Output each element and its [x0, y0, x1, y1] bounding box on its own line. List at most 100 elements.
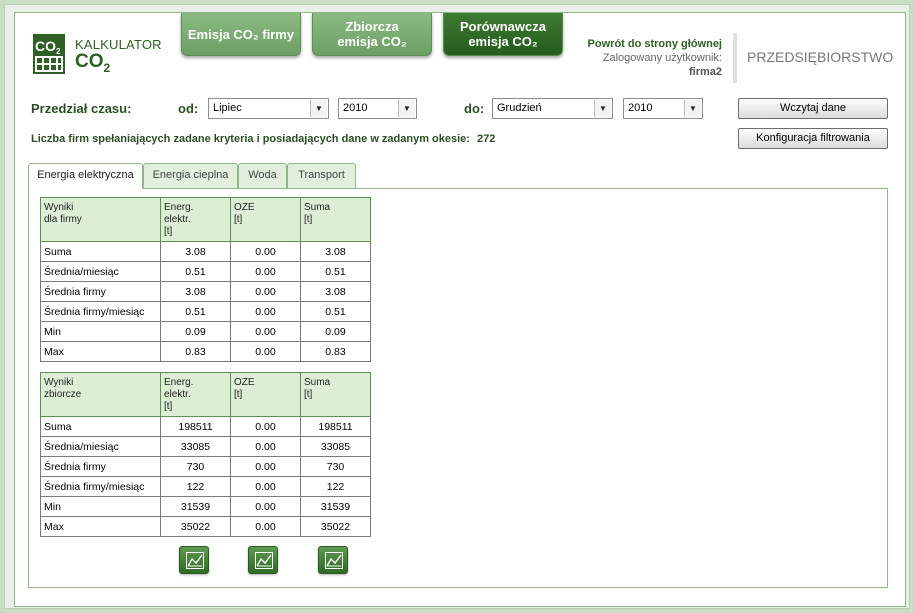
table-cell: Średnia firmy/miesiąc [40, 301, 161, 322]
table-header-cell: Suma [t] [300, 372, 371, 417]
table-row: Średnia firmy/miesiąc 0.51 0.00 0.51 [40, 301, 371, 322]
table-cell: 33085 [160, 436, 231, 457]
table-header-cell: Energ. elektr. [t] [160, 372, 231, 417]
table-cell: 198511 [300, 416, 371, 437]
table-row: Średnia/miesiąc 33085 0.00 33085 [40, 436, 371, 457]
logo-co2: CO2 [75, 51, 111, 75]
table-cell: 0.09 [300, 321, 371, 342]
tab-energia-elektryczna[interactable]: Energia elektryczna [28, 163, 143, 189]
nav-aggregate-emission[interactable]: Zbiorcza emisja CO₂ [312, 13, 432, 56]
tab-transport[interactable]: Transport [287, 163, 356, 188]
table-cell: Min [40, 321, 161, 342]
from-month-select[interactable]: Lipiec ▼ [208, 98, 329, 119]
chevron-down-icon: ▼ [594, 100, 611, 117]
logo-icon-sub: 2 [56, 47, 61, 56]
table-row: Średnia/miesiąc 0.51 0.00 0.51 [40, 261, 371, 282]
table-cell: 0.00 [230, 241, 301, 262]
table-cell: 33085 [300, 436, 371, 457]
table-cell: 0.00 [230, 456, 301, 477]
table-cell: Min [40, 496, 161, 517]
table-cell: Średnia/miesiąc [40, 261, 161, 282]
chart-energy-button[interactable] [179, 546, 209, 574]
header-separator [733, 33, 737, 83]
table-cell: 3.08 [160, 281, 231, 302]
logo-building-icon: CO 2 [33, 34, 65, 74]
table-cell: Średnia/miesiąc [40, 436, 161, 457]
table-header-row: Wyniki dla firmy Energ. elektr. [t] OZE … [40, 197, 371, 242]
table-header-row: Wyniki zbiorcze Energ. elektr. [t] OZE [… [40, 372, 371, 417]
table-cell: Max [40, 341, 161, 362]
aggregate-results-table: Wyniki zbiorcze Energ. elektr. [t] OZE [… [40, 372, 371, 537]
to-month-select[interactable]: Grudzień ▼ [492, 98, 613, 119]
table-row: Suma 198511 0.00 198511 [40, 416, 371, 437]
table-header-cell: Wyniki zbiorcze [40, 372, 161, 417]
tab-woda[interactable]: Woda [238, 163, 287, 188]
table-header-cell: Wyniki dla firmy [40, 197, 161, 242]
back-home-link[interactable]: Powrót do strony głównej [555, 37, 722, 51]
nav-company-emission[interactable]: Emisja CO₂ firmy [181, 13, 301, 56]
table-cell: 0.00 [230, 321, 301, 342]
table-row: Średnia firmy/miesiąc 122 0.00 122 [40, 476, 371, 497]
chart-icon [325, 552, 343, 569]
company-results-table: Wyniki dla firmy Energ. elektr. [t] OZE … [40, 197, 371, 362]
table-cell: 3.08 [300, 241, 371, 262]
table-cell: 31539 [160, 496, 231, 517]
chart-icon [186, 552, 204, 569]
table-cell: 0.51 [300, 301, 371, 322]
table-header-cell: OZE [t] [230, 372, 301, 417]
chevron-down-icon: ▼ [310, 100, 327, 117]
company-type: PRZEDSIĘBIORSTWO [747, 49, 894, 65]
table-header-cell: Energ. elektr. [t] [160, 197, 231, 242]
filter-config-button[interactable]: Konfiguracja filtrowania [738, 128, 888, 149]
table-header-cell: OZE [t] [230, 197, 301, 242]
table-cell: 35022 [160, 516, 231, 537]
table-cell: 0.00 [230, 416, 301, 437]
table-cell: 0.83 [160, 341, 231, 362]
table-cell: Średnia firmy [40, 456, 161, 477]
table-cell: 0.51 [300, 261, 371, 282]
table-cell: 0.00 [230, 476, 301, 497]
table-cell: 730 [160, 456, 231, 477]
logged-user-label: Zalogowany użytkownik: [602, 52, 722, 64]
table-cell: 31539 [300, 496, 371, 517]
table-cell: 0.00 [230, 436, 301, 457]
app-window: CO 2 KALKULATOR CO2 Emisja CO₂ firmy Zbi… [14, 12, 906, 607]
logged-user-name: firma2 [688, 66, 722, 78]
period-label: Przedział czasu: [31, 101, 132, 116]
from-label: od: [178, 101, 199, 116]
table-cell: 0.00 [230, 516, 301, 537]
load-data-button[interactable]: Wczytaj dane [738, 98, 888, 119]
table-header-cell: Suma [t] [300, 197, 371, 242]
chart-sum-button[interactable] [318, 546, 348, 574]
table-cell: 0.00 [230, 496, 301, 517]
table-cell: 122 [300, 476, 371, 497]
table-row: Max 0.83 0.00 0.83 [40, 341, 371, 362]
table-row: Średnia firmy 3.08 0.00 3.08 [40, 281, 371, 302]
nav-comparative-emission[interactable]: Porównawcza emisja CO₂ [443, 13, 563, 56]
firm-count-line: Liczba firm spełaniających zadane kryter… [31, 133, 495, 145]
from-year-select[interactable]: 2010 ▼ [338, 98, 417, 119]
table-cell: 3.08 [300, 281, 371, 302]
table-cell: 35022 [300, 516, 371, 537]
tab-energia-cieplna[interactable]: Energia cieplna [143, 163, 238, 188]
chevron-down-icon: ▼ [684, 100, 701, 117]
table-cell: 0.00 [230, 281, 301, 302]
table-cell: 0.00 [230, 301, 301, 322]
table-cell: 0.00 [230, 261, 301, 282]
table-row: Suma 3.08 0.00 3.08 [40, 241, 371, 262]
firm-count-value: 272 [477, 133, 496, 145]
chart-icon [255, 552, 273, 569]
logo-title: KALKULATOR [75, 37, 162, 52]
user-info: Powrót do strony głównej Zalogowany użyt… [555, 37, 722, 79]
chart-oze-button[interactable] [248, 546, 278, 574]
table-cell: Suma [40, 241, 161, 262]
table-cell: 730 [300, 456, 371, 477]
table-cell: Suma [40, 416, 161, 437]
logo[interactable]: CO 2 KALKULATOR CO2 [33, 34, 173, 84]
table-row: Max 35022 0.00 35022 [40, 516, 371, 537]
to-year-select[interactable]: 2010 ▼ [623, 98, 703, 119]
chevron-down-icon: ▼ [398, 100, 415, 117]
logo-icon-text: CO [35, 38, 56, 54]
table-cell: 198511 [160, 416, 231, 437]
table-cell: 0.51 [160, 301, 231, 322]
